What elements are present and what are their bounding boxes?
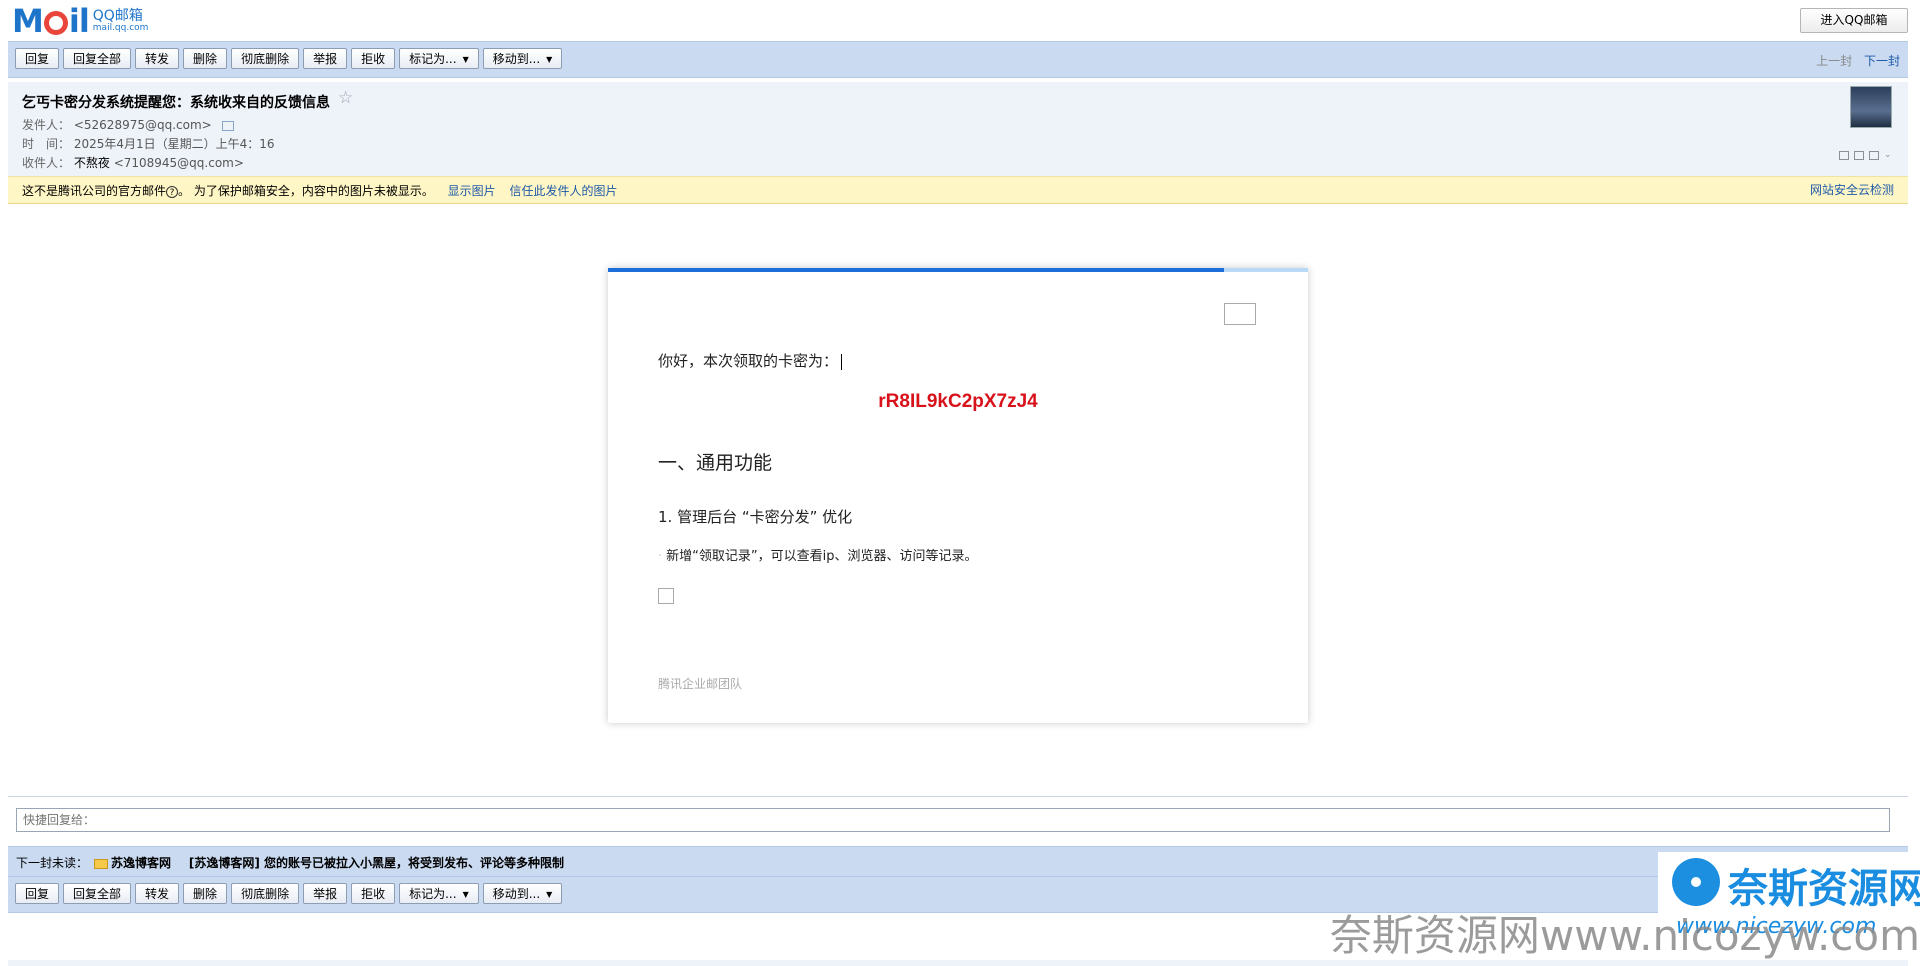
email-body-card: 你好，本次领取的卡密为： rR8IL9kC2pX7zJ4 一、通用功能 1. 管… xyxy=(608,268,1308,723)
text-cursor xyxy=(841,353,843,370)
header-tools: ⌄ xyxy=(1839,151,1894,160)
sender-avatar[interactable] xyxy=(1850,86,1892,128)
watermark-text: 奈斯资源网www.nicozyw.com xyxy=(1329,911,1920,960)
caret-down-icon: ▼ xyxy=(546,890,553,899)
bullet-icon: · xyxy=(658,549,663,564)
add-contact-icon[interactable] xyxy=(221,120,234,131)
reject-button[interactable]: 拒收 xyxy=(351,48,396,69)
report-button[interactable]: 举报 xyxy=(303,48,348,69)
envelope-icon xyxy=(94,858,109,869)
reply-all-button[interactable]: 回复全部 xyxy=(63,883,132,904)
logo-ring-icon xyxy=(43,11,68,35)
top-toolbar: 回复 回复全部 转发 删除 彻底删除 举报 拒收 标记为... ▼ 移动到... ▼… xyxy=(8,41,1908,78)
network-icon xyxy=(1672,858,1720,906)
security-warning-text: 这不是腾讯公司的官方邮件?。 为了保护邮箱安全，内容中的图片未被显示。 显示图片… xyxy=(22,184,618,198)
quick-reply-box[interactable] xyxy=(16,808,1890,832)
sender-row: 发件人： <52628975@qq.com> xyxy=(22,116,234,133)
star-icon[interactable]: ☆ xyxy=(338,88,353,108)
folder-icon[interactable] xyxy=(1854,151,1864,160)
next-unread-row[interactable]: 下一封未读： 苏逸博客网 [苏逸博客网] 您的账号已被拉入小黑屋，将受到发布、评论… xyxy=(16,854,564,871)
next-unread-sender[interactable]: 苏逸博客网 xyxy=(111,856,171,870)
broken-image-placeholder xyxy=(658,588,674,604)
recipient-name[interactable]: 不熬夜 xyxy=(74,156,110,170)
card-top-progress xyxy=(608,268,1224,272)
caret-down-icon: ▼ xyxy=(546,55,553,64)
prev-message-link[interactable]: 上一封 xyxy=(1816,54,1852,68)
greeting-line: 你好，本次领取的卡密为： xyxy=(658,350,843,371)
divider xyxy=(8,796,1908,797)
enter-qq-mail-button[interactable]: 进入QQ邮箱 xyxy=(1800,8,1908,33)
security-scan-link[interactable]: 网站安全云检测 xyxy=(1810,181,1894,198)
delete-permanently-button[interactable]: 彻底删除 xyxy=(231,48,300,69)
reply-all-button[interactable]: 回复全部 xyxy=(63,48,132,69)
broken-image-placeholder xyxy=(1224,303,1256,325)
section-heading: 一、通用功能 xyxy=(658,452,773,474)
message-time: 2025年4月1日（星期二）上午4：16 xyxy=(73,137,275,151)
card-code[interactable]: rR8IL9kC2pX7zJ4 xyxy=(608,391,1308,413)
top-bar xyxy=(0,0,1920,40)
mark-as-dropdown[interactable]: 标记为... ▼ xyxy=(399,48,479,69)
help-icon[interactable]: ? xyxy=(166,186,179,198)
print-icon[interactable] xyxy=(1869,151,1879,160)
card-top-bar xyxy=(608,268,1308,272)
reject-button[interactable]: 拒收 xyxy=(351,883,396,904)
chevron-down-icon[interactable]: ⌄ xyxy=(1884,151,1894,160)
logo-domain: mail.qq.com xyxy=(92,23,149,33)
note-icon[interactable] xyxy=(1839,151,1849,160)
message-pager: 上一封 下一封 xyxy=(1816,52,1900,69)
subsection-heading: 1. 管理后台 “卡密分发” 优化 xyxy=(658,508,853,526)
show-images-link[interactable]: 显示图片 xyxy=(448,184,496,198)
signature: 腾讯企业邮团队 xyxy=(658,677,743,691)
delete-button[interactable]: 删除 xyxy=(183,883,228,904)
caret-down-icon: ▼ xyxy=(462,890,469,899)
delete-button[interactable]: 删除 xyxy=(183,48,228,69)
forward-button[interactable]: 转发 xyxy=(135,883,180,904)
recipient-row: 收件人： 不熬夜 <7108945@qq.com> xyxy=(22,156,244,170)
quick-reply-input[interactable] xyxy=(17,809,1889,831)
mark-as-dropdown[interactable]: 标记为... ▼ xyxy=(399,883,479,904)
forward-button[interactable]: 转发 xyxy=(135,48,180,69)
move-to-dropdown[interactable]: 移动到... ▼ xyxy=(482,883,563,904)
next-message-link[interactable]: 下一封 xyxy=(1864,54,1900,68)
time-row: 时 间： 2025年4月1日（星期二）上午4：16 xyxy=(22,137,275,151)
message-subject: 乞丐卡密分发系统提醒您：系统收来自的反馈信息 xyxy=(22,95,330,111)
recipient-email[interactable]: <7108945@qq.com> xyxy=(114,156,244,170)
next-unread-subject[interactable]: [苏逸博客网] 您的账号已被拉入小黑屋，将受到发布、评论等多种限制 xyxy=(189,856,564,870)
move-to-dropdown[interactable]: 移动到... ▼ xyxy=(482,48,563,69)
reply-button[interactable]: 回复 xyxy=(15,883,60,904)
sender-email[interactable]: <52628975@qq.com> xyxy=(74,118,212,132)
reply-button[interactable]: 回复 xyxy=(15,48,60,69)
report-button[interactable]: 举报 xyxy=(303,883,348,904)
caret-down-icon: ▼ xyxy=(462,55,469,64)
qq-mail-logo[interactable]: Mil QQ邮箱 mail.qq.com xyxy=(12,5,148,37)
trust-sender-images-link[interactable]: 信任此发件人的图片 xyxy=(510,184,618,198)
delete-permanently-button[interactable]: 彻底删除 xyxy=(231,883,300,904)
list-item: · 新增“领取记录”，可以查看ip、浏览器、访问等记录。 xyxy=(658,549,978,564)
logo-subtitle: QQ邮箱 xyxy=(92,8,143,24)
